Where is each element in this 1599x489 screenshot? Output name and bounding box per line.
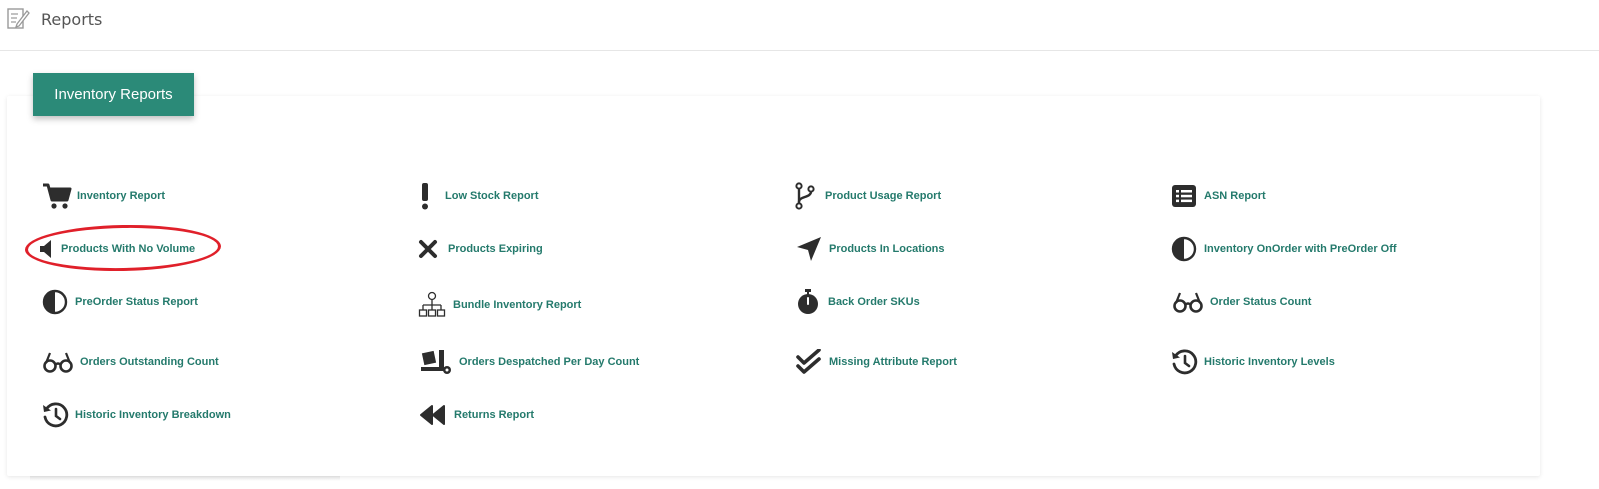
top-bar: Reports (0, 0, 1599, 51)
tab-inventory-reports[interactable]: Inventory Reports (33, 73, 194, 116)
cart-icon (41, 181, 73, 211)
report-label: Products Expiring (448, 243, 543, 255)
report-link-returns-report[interactable]: Returns Report (414, 400, 534, 430)
report-link-orders-outstanding-count[interactable]: Orders Outstanding Count (40, 347, 219, 377)
report-link-historic-inventory-levels[interactable]: Historic Inventory Levels (1168, 347, 1335, 377)
report-link-inventory-report[interactable]: Inventory Report (41, 181, 165, 211)
report-link-historic-inventory-breakdown[interactable]: Historic Inventory Breakdown (39, 400, 231, 430)
double-check-icon (793, 347, 825, 377)
report-label: Orders Outstanding Count (80, 356, 219, 368)
report-label: Historic Inventory Breakdown (75, 409, 231, 421)
close-icon (412, 234, 444, 264)
report-link-bundle-inventory-report[interactable]: Bundle Inventory Report (415, 290, 581, 320)
report-label: ASN Report (1204, 190, 1266, 202)
report-label: Inventory OnOrder with PreOrder Off (1204, 243, 1397, 255)
half-circle-icon (39, 287, 71, 317)
report-link-orders-despatched-per-day-count[interactable]: Orders Despatched Per Day Count (417, 347, 639, 377)
report-label: Back Order SKUs (828, 296, 920, 308)
report-label: Bundle Inventory Report (453, 299, 582, 311)
inventory-reports-card (7, 96, 1540, 476)
report-link-product-usage-report[interactable]: Product Usage Report (789, 181, 941, 211)
report-label: Low Stock Report (445, 190, 539, 202)
half-circle-icon (1168, 234, 1200, 264)
branch-icon (789, 181, 821, 211)
exclamation-icon (409, 181, 441, 211)
report-link-inventory-onorder-with-preorder-off[interactable]: Inventory OnOrder with PreOrder Off (1168, 234, 1397, 264)
report-link-back-order-skus[interactable]: Back Order SKUs (792, 287, 920, 317)
report-label: Returns Report (454, 409, 535, 421)
report-link-preorder-status-report[interactable]: PreOrder Status Report (39, 287, 198, 317)
history-icon (39, 400, 71, 430)
sitemap-icon (415, 290, 449, 320)
glasses-icon (40, 347, 76, 377)
truck-loading-icon (417, 347, 455, 377)
report-label: Orders Despatched Per Day Count (459, 356, 640, 368)
backward-icon (414, 400, 450, 430)
report-link-products-expiring[interactable]: Products Expiring (412, 234, 543, 264)
report-label: Product Usage Report (825, 190, 942, 202)
report-link-products-with-no-volume[interactable]: Products With No Volume (35, 234, 195, 264)
location-arrow-icon (793, 234, 825, 264)
report-label: Missing Attribute Report (829, 356, 957, 368)
report-link-products-in-locations[interactable]: Products In Locations (793, 234, 945, 264)
scroll-shadow (30, 476, 340, 481)
report-link-missing-attribute-report[interactable]: Missing Attribute Report (793, 347, 957, 377)
page-title: Reports (41, 10, 103, 29)
report-label: Order Status Count (1210, 296, 1312, 308)
stopwatch-icon (792, 287, 824, 317)
report-label: PreOrder Status Report (75, 296, 198, 308)
report-label: Inventory Report (77, 190, 166, 202)
report-label: Products In Locations (829, 243, 945, 255)
report-label: Historic Inventory Levels (1204, 356, 1335, 368)
glasses-icon (1170, 287, 1206, 317)
volume-off-icon (35, 234, 57, 264)
report-link-order-status-count[interactable]: Order Status Count (1170, 287, 1311, 317)
report-link-low-stock-report[interactable]: Low Stock Report (409, 181, 539, 211)
report-label: Products With No Volume (61, 243, 196, 255)
edit-document-icon (5, 5, 31, 31)
list-icon (1168, 181, 1200, 211)
report-link-asn-report[interactable]: ASN Report (1168, 181, 1266, 211)
history-icon (1168, 347, 1200, 377)
